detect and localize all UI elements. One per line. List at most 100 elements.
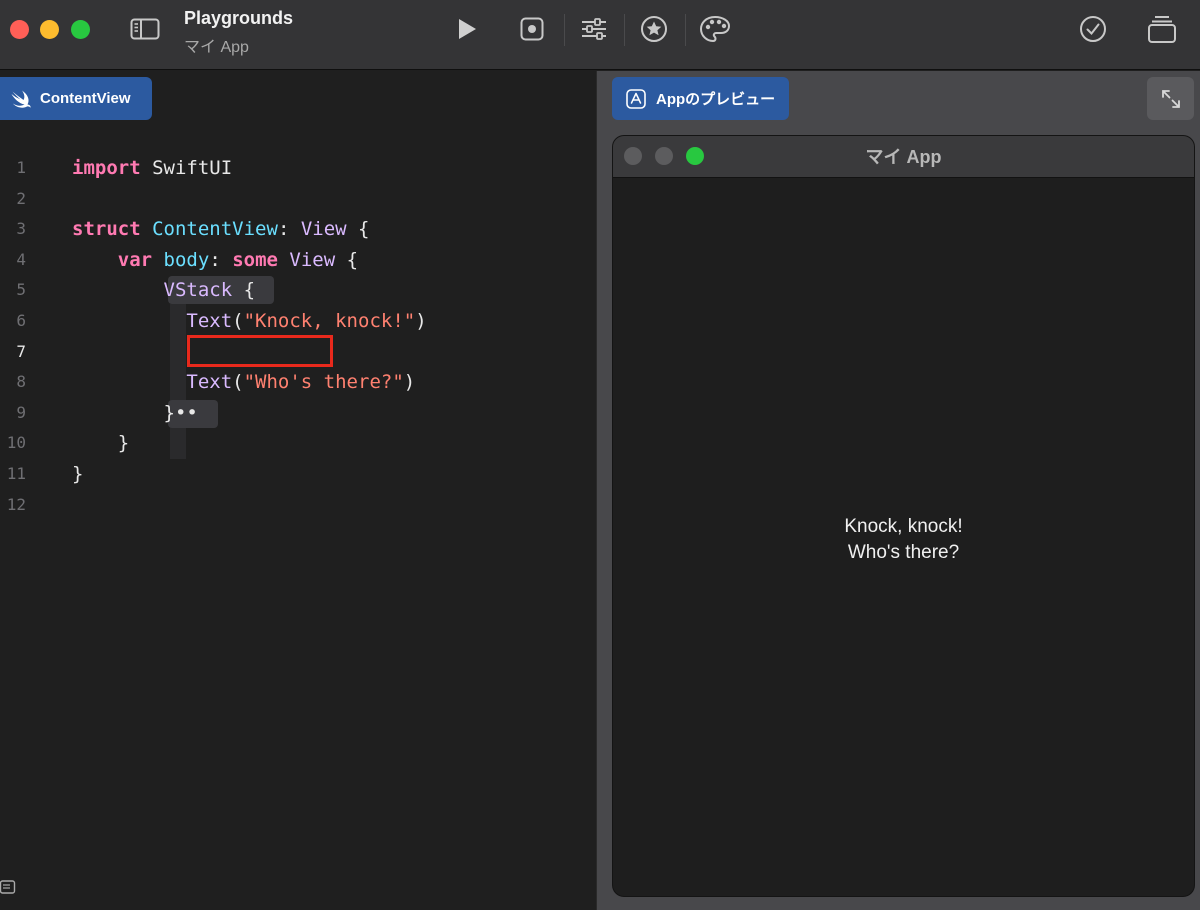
code-token: body xyxy=(163,248,210,271)
code-line[interactable]: 1 import SwiftUI xyxy=(0,153,596,184)
preview-pane: Appのプレビュー マイ App Knock, knock! Who's the… xyxy=(596,71,1200,910)
code-token: Text xyxy=(186,309,233,332)
code-token: } xyxy=(72,432,130,455)
code-line[interactable]: 4 var body: some View { xyxy=(0,245,596,276)
code-editor[interactable]: ContentView 1 import SwiftUI 2 3 struct Cont… xyxy=(0,71,596,910)
code-text: VStack { xyxy=(72,275,256,306)
line-number: 11 xyxy=(6,463,26,483)
toolbar-separator xyxy=(624,14,625,46)
code-text: }•• xyxy=(72,398,198,429)
code-text: var body: some View { xyxy=(72,245,358,276)
line-number: 4 xyxy=(16,249,26,269)
code-token: "Knock, knock!" xyxy=(243,309,416,332)
code-line[interactable]: 6 Text("Knock, knock!") xyxy=(0,306,596,337)
sliders-icon[interactable] xyxy=(577,14,611,44)
line-number: 3 xyxy=(16,219,26,239)
code-token: •• xyxy=(174,401,198,424)
code-token: { xyxy=(232,279,256,302)
palette-icon[interactable] xyxy=(698,14,732,44)
code-text: struct ContentView: View { xyxy=(72,214,369,245)
code-text: } xyxy=(72,428,129,459)
tab-contentview[interactable]: ContentView xyxy=(0,77,152,120)
preview-text-line-2: Who's there? xyxy=(847,542,960,563)
code-token: ( xyxy=(232,309,244,332)
console-icon[interactable] xyxy=(0,879,16,900)
code-token: View xyxy=(289,248,336,271)
code-token: import xyxy=(72,157,141,179)
line-number: 9 xyxy=(16,402,26,422)
titlebar: Playgrounds マイ App xyxy=(0,0,1200,70)
code-line[interactable]: 11} xyxy=(0,459,596,490)
code-line[interactable]: 5 VStack { xyxy=(0,275,596,306)
app-title: Playgrounds xyxy=(184,8,294,28)
preview-tab-label: Appのプレビュー xyxy=(656,91,776,108)
checkmark-icon[interactable] xyxy=(1076,14,1110,44)
code-line[interactable]: 8 Text("Who's there?") xyxy=(0,367,596,398)
code-line[interactable]: 2 xyxy=(0,184,596,215)
code-token: struct xyxy=(72,218,141,241)
app-store-icon xyxy=(626,88,646,109)
line-number: 1 xyxy=(16,158,26,177)
line-number: 12 xyxy=(6,494,26,514)
record-icon[interactable] xyxy=(515,14,549,44)
line-number: 2 xyxy=(16,188,26,208)
tab-label: ContentView xyxy=(40,90,131,107)
tab-app-preview[interactable]: Appのプレビュー xyxy=(612,77,789,120)
code-token: "Who's there?" xyxy=(243,371,404,394)
toolbar-separator xyxy=(564,14,565,46)
code-token: Text xyxy=(186,371,233,394)
play-icon[interactable] xyxy=(450,14,484,44)
toolbar-separator xyxy=(685,14,686,46)
code-line[interactable]: 3 struct ContentView: View { xyxy=(0,214,596,245)
code-line[interactable]: 10 } xyxy=(0,428,596,459)
code-text: } xyxy=(72,459,83,490)
minimize-window-button[interactable] xyxy=(40,20,59,39)
preview-content: Knock, knock! Who's there? xyxy=(613,514,1194,566)
code-token: ) xyxy=(403,371,416,394)
zoom-window-button[interactable] xyxy=(71,20,90,39)
preview-window: マイ App Knock, knock! Who's there? xyxy=(612,135,1195,897)
code-token: ContentView xyxy=(152,218,278,241)
code-token: : xyxy=(209,248,233,271)
code-line[interactable]: 9 }•• xyxy=(0,398,596,429)
code-text: import SwiftUI xyxy=(72,153,232,184)
stack-icon[interactable] xyxy=(1145,14,1179,44)
line-number: 8 xyxy=(16,372,26,392)
preview-text-line-1: Knock, knock! xyxy=(844,516,963,537)
empty-line-highlight-box xyxy=(187,335,333,367)
preview-window-titlebar: マイ App xyxy=(613,136,1194,178)
code-token: : xyxy=(277,218,301,241)
swift-icon xyxy=(11,90,31,108)
code-token: ( xyxy=(232,371,244,394)
code-token: var xyxy=(117,248,153,271)
code-line[interactable]: 12 xyxy=(0,490,596,521)
app-subtitle: マイ App xyxy=(184,39,249,56)
code-token: View xyxy=(300,218,347,241)
expand-button[interactable] xyxy=(1147,77,1194,120)
code-token: } xyxy=(72,462,84,485)
line-number: 5 xyxy=(16,280,26,300)
code-token: VStack xyxy=(163,279,233,302)
line-number: 10 xyxy=(6,433,26,453)
line-number: 6 xyxy=(16,310,26,330)
star-icon[interactable] xyxy=(637,14,671,44)
sidebar-icon[interactable] xyxy=(128,14,162,44)
code-token: } xyxy=(72,401,175,424)
code-token: some xyxy=(232,248,278,271)
code-text: Text("Knock, knock!") xyxy=(72,306,427,337)
expand-icon xyxy=(1161,89,1180,108)
line-number: 7 xyxy=(16,341,26,361)
code-token: ) xyxy=(415,309,427,332)
code-token: { xyxy=(335,248,359,271)
code-token: { xyxy=(346,218,370,241)
code-text: Text("Who's there?") xyxy=(72,367,415,398)
preview-window-title: マイ App xyxy=(865,147,942,167)
close-window-button[interactable] xyxy=(10,20,29,39)
code-token: SwiftUI xyxy=(140,157,233,179)
